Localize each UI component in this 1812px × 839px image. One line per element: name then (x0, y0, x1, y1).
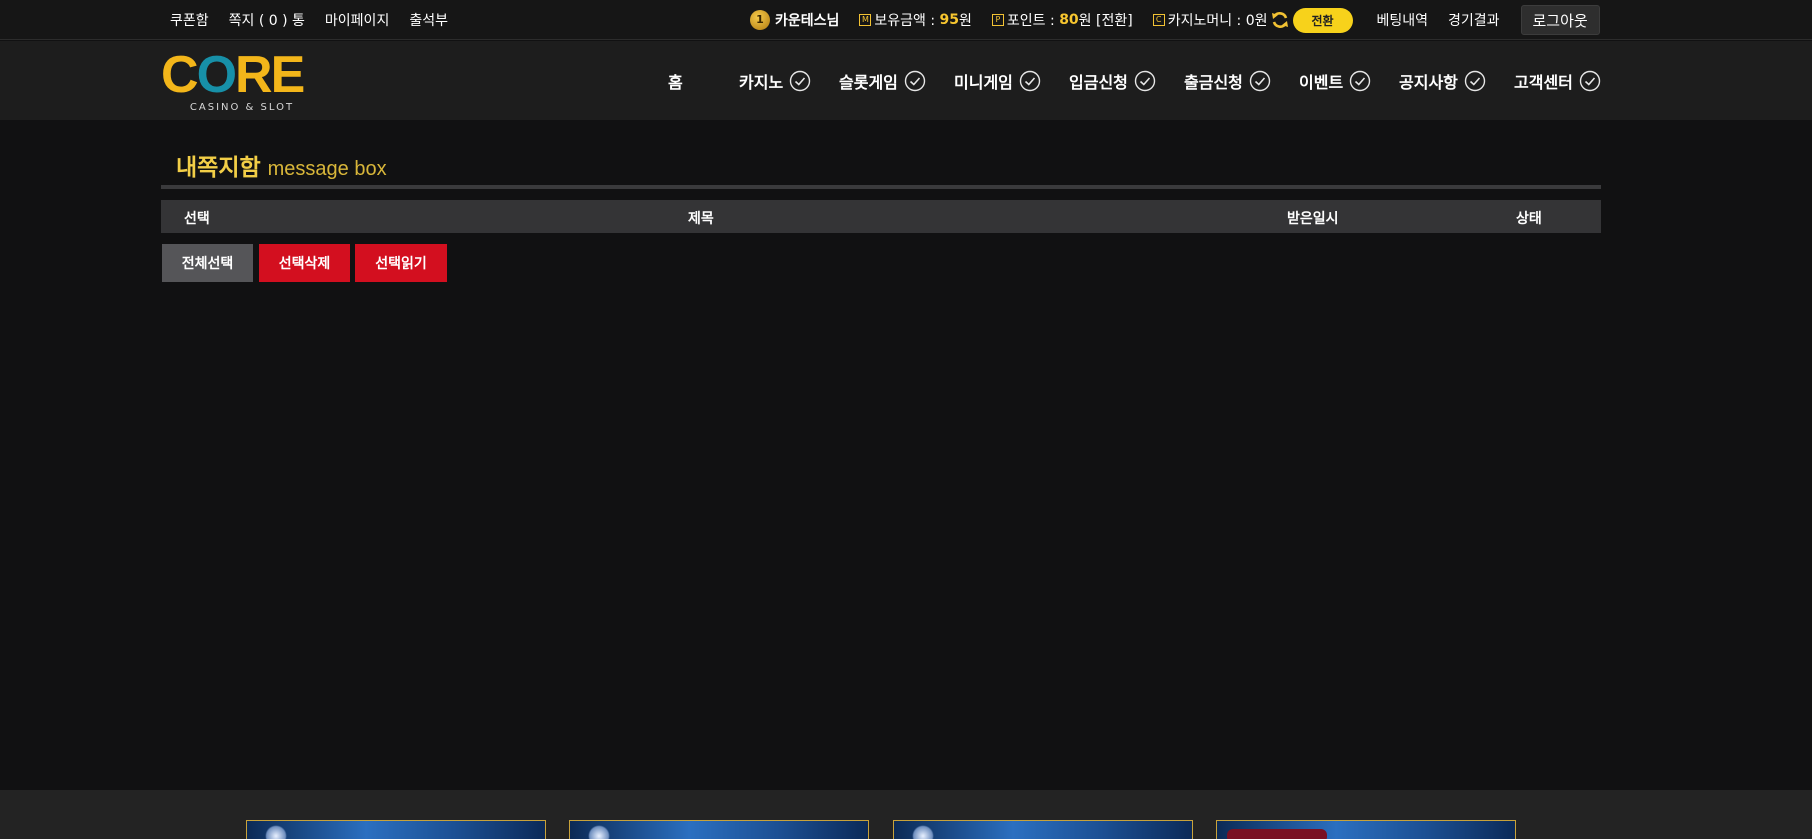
check-circle-icon (1579, 70, 1601, 92)
check-circle-icon (904, 70, 926, 92)
nav-support-label: 고객센터 (1514, 73, 1573, 92)
nav-casino[interactable]: 카지노 (739, 69, 811, 93)
message-link[interactable]: 쪽지 ( 0 ) 통 (229, 10, 305, 30)
nav-minigame[interactable]: 미니게임 (954, 69, 1041, 93)
check-circle-icon (789, 70, 811, 92)
balance-info: M 보유금액 : 95 원 (859, 10, 972, 30)
nav-home[interactable]: 홈 (668, 69, 683, 93)
level-coin-icon: 1 (750, 10, 770, 30)
read-selected-button[interactable]: 선택읽기 (355, 244, 447, 282)
mypage-link[interactable]: 마이페이지 (325, 10, 389, 30)
top-bar: 쿠폰함 쪽지 ( 0 ) 통 마이페이지 출석부 1 카운테스님 M 보유금액 … (0, 0, 1812, 40)
point-value: 80 (1059, 12, 1079, 28)
check-circle-icon (1249, 70, 1271, 92)
nav-casino-label: 카지노 (739, 73, 784, 92)
site-logo[interactable]: CORE CASINO & SLOT (161, 49, 323, 115)
nav-minigame-label: 미니게임 (954, 73, 1013, 92)
top-left-links: 쿠폰함 쪽지 ( 0 ) 통 마이페이지 출석부 (170, 0, 448, 40)
col-select: 선택 (184, 211, 210, 227)
check-circle-icon (1019, 70, 1041, 92)
game-banner-2[interactable] (569, 820, 869, 839)
casino-money-icon: C (1152, 14, 1165, 26)
banner-glow (912, 825, 934, 839)
point-unit: 원 [전환] (1078, 13, 1133, 29)
coupon-link[interactable]: 쿠폰함 (170, 10, 209, 30)
betting-history-link[interactable]: 베팅내역 (1377, 10, 1429, 30)
nav-withdraw[interactable]: 출금신청 (1184, 69, 1271, 93)
money-icon: M (859, 14, 872, 26)
user-name: 카운테스님 (775, 13, 840, 29)
refresh-icon[interactable] (1270, 10, 1290, 30)
point-icon: P (991, 14, 1004, 26)
balance-label: 보유금액 : (874, 13, 936, 29)
banner-badge (1227, 829, 1327, 839)
nav-slot-label: 슬롯게임 (839, 73, 898, 92)
logo-o: O (196, 46, 237, 104)
footer-banners (0, 790, 1812, 839)
nav-notice[interactable]: 공지사항 (1399, 69, 1486, 93)
col-received-date: 받은일시 (1287, 211, 1339, 227)
balance-unit: 원 (959, 13, 972, 29)
message-table-header: 선택 제목 받은일시 상태 (161, 200, 1601, 233)
casino-money-label: 카지노머니 : (1167, 13, 1242, 29)
title-divider (161, 185, 1601, 189)
page-title: 내쪽지함 message box (176, 148, 387, 182)
game-banner-3[interactable] (893, 820, 1193, 839)
switch-button[interactable]: 전환 (1292, 7, 1353, 33)
nav-home-label: 홈 (668, 73, 683, 92)
attendance-link[interactable]: 출석부 (409, 10, 448, 30)
col-title: 제목 (688, 211, 714, 227)
logo-c: C (161, 46, 199, 104)
nav-event-label: 이벤트 (1299, 73, 1344, 92)
nav-support[interactable]: 고객센터 (1514, 69, 1601, 93)
page-title-ko: 내쪽지함 (176, 155, 261, 181)
casino-money-value: 0원 (1245, 13, 1268, 29)
nav-event[interactable]: 이벤트 (1299, 69, 1371, 93)
balance-value: 95 (939, 12, 960, 28)
banner-glow (265, 825, 287, 839)
top-right-info: 1 카운테스님 M 보유금액 : 95 원 P 포인트 : 80 원 [전환] C … (750, 0, 1600, 40)
nav-withdraw-label: 출금신청 (1184, 73, 1243, 92)
banner-glow (588, 825, 610, 839)
point-info[interactable]: P 포인트 : 80 원 [전환] (991, 10, 1133, 30)
nav-deposit[interactable]: 입금신청 (1069, 69, 1156, 93)
point-label: 포인트 : (1006, 13, 1055, 29)
user-info: 1 카운테스님 (750, 10, 839, 30)
main-header: CORE CASINO & SLOT 홈 카지노 슬롯게임 미니게임 입금신청 … (0, 41, 1812, 120)
check-circle-icon (1134, 70, 1156, 92)
logo-wordmark: CORE (161, 49, 323, 101)
col-status: 상태 (1516, 211, 1542, 227)
casino-money-info: C 카지노머니 : 0원 (1152, 10, 1268, 30)
game-banner-4[interactable] (1216, 820, 1516, 839)
nav-notice-label: 공지사항 (1399, 73, 1458, 92)
logout-button[interactable]: 로그아웃 (1520, 5, 1600, 35)
game-banner-1[interactable] (246, 820, 546, 839)
delete-selected-button[interactable]: 선택삭제 (259, 244, 350, 282)
nav-slot[interactable]: 슬롯게임 (839, 69, 926, 93)
match-results-link[interactable]: 경기결과 (1448, 10, 1500, 30)
select-all-button[interactable]: 전체선택 (162, 244, 253, 282)
page-title-en: message box (267, 158, 387, 180)
check-circle-icon (1464, 70, 1486, 92)
check-circle-icon (1349, 70, 1371, 92)
logo-re: RE (235, 46, 305, 104)
nav-deposit-label: 입금신청 (1069, 73, 1128, 92)
